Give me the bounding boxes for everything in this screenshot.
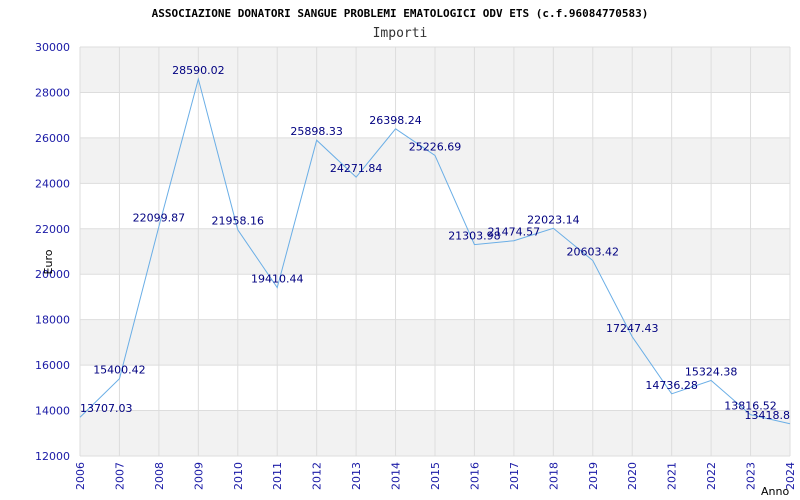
chart-title: ASSOCIAZIONE DONATORI SANGUE PROBLEMI EM…: [152, 7, 649, 20]
data-label: 20603.42: [567, 246, 620, 259]
x-tick-label: 2011: [271, 462, 284, 490]
x-tick-label: 2016: [468, 462, 481, 490]
y-tick-label: 26000: [35, 132, 70, 145]
x-tick-label: 2022: [705, 462, 718, 490]
x-tick-label: 2023: [745, 462, 758, 490]
data-label: 25226.69: [409, 140, 462, 153]
data-label: 13418.8: [745, 409, 791, 422]
data-label: 22023.14: [527, 213, 580, 226]
data-label: 28590.02: [172, 64, 225, 77]
y-tick-label: 16000: [35, 359, 70, 372]
data-label: 22099.87: [133, 212, 186, 225]
x-tick-label: 2017: [508, 462, 521, 490]
x-tick-label: 2020: [626, 462, 639, 490]
x-tick-labels: 2006 2007 2008 2009 2010 2011 2012 2013 2014 2015…: [74, 462, 797, 490]
x-tick-label: 2012: [311, 462, 324, 490]
data-label: 13707.03: [80, 402, 133, 415]
data-label: 24271.84: [330, 162, 383, 175]
y-tick-label: 12000: [35, 450, 70, 463]
x-tick-label: 2013: [350, 462, 363, 490]
data-label: 25898.33: [290, 125, 343, 138]
y-tick-label: 24000: [35, 177, 70, 190]
y-tick-label: 18000: [35, 314, 70, 327]
x-tick-label: 2010: [232, 462, 245, 490]
data-label: 21474.57: [488, 226, 541, 239]
x-tick-label: 2021: [666, 462, 679, 490]
x-tick-label: 2007: [113, 462, 126, 490]
data-label: 14736.28: [645, 379, 698, 392]
data-label: 19410.44: [251, 273, 304, 286]
x-tick-label: 2015: [429, 462, 442, 490]
y-tick-label: 14000: [35, 405, 70, 418]
x-tick-label: 2014: [390, 462, 403, 490]
x-axis-label: Anno: [761, 485, 789, 498]
line-chart: ASSOCIAZIONE DONATORI SANGUE PROBLEMI EM…: [35, 7, 797, 498]
data-label: 21958.16: [212, 215, 265, 228]
y-tick-label: 22000: [35, 223, 70, 236]
x-tick-label: 2008: [153, 462, 166, 490]
data-label: 17247.43: [606, 322, 659, 335]
x-tick-label: 2009: [192, 462, 205, 490]
chart-subtitle: Importi: [373, 26, 428, 41]
data-label: 15400.42: [93, 364, 146, 377]
y-tick-label: 30000: [35, 41, 70, 54]
data-label: 15324.38: [685, 365, 738, 378]
y-tick-label: 28000: [35, 86, 70, 99]
y-axis-label: Euro: [42, 249, 55, 274]
x-tick-label: 2006: [74, 462, 87, 490]
data-label: 26398.24: [369, 114, 422, 127]
x-tick-label: 2019: [587, 462, 600, 490]
x-tick-label: 2018: [547, 462, 560, 490]
